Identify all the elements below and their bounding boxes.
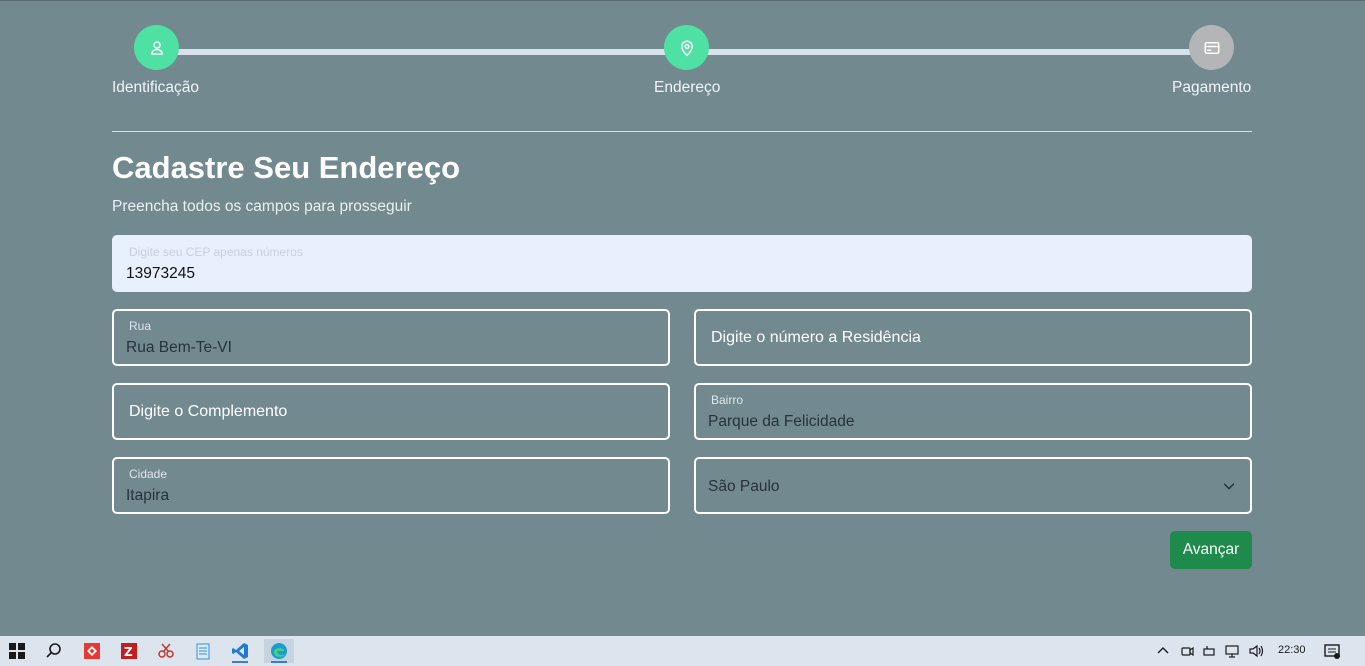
map-pin-icon <box>680 40 693 56</box>
vscode-icon[interactable] <box>228 639 252 663</box>
estado-select[interactable]: São Paulo <box>694 457 1252 514</box>
estado-selected-value: São Paulo <box>708 478 780 495</box>
cep-label: Digite seu CEP apenas números <box>129 245 303 259</box>
page-subtitle: Preencha todos os campos para prosseguir <box>112 198 412 215</box>
anydesk-icon[interactable] <box>80 639 104 663</box>
taskbar-clock[interactable]: 22:30 <box>1278 644 1306 656</box>
cidade-label: Cidade <box>129 467 168 481</box>
bairro-field[interactable]: Bairro Parque da Felicidade <box>694 383 1252 440</box>
step-label-identificacao: Identificação <box>112 79 200 96</box>
progress-stepper: Identificação Endereço Pagamento <box>112 0 1252 110</box>
chevron-down-icon <box>1223 483 1235 490</box>
rua-field[interactable]: Rua Rua Bem-Te-VI <box>112 309 670 366</box>
step-label-endereco: Endereço <box>654 79 721 96</box>
complemento-placeholder: Digite o Complemento <box>129 403 288 420</box>
search-icon[interactable] <box>42 639 66 663</box>
system-tray <box>1156 636 1264 666</box>
section-divider <box>112 131 1252 132</box>
cidade-value[interactable]: Itapira <box>126 487 169 505</box>
vscode-running-indicator <box>232 661 248 663</box>
snipping-tool-icon[interactable] <box>154 639 178 663</box>
user-icon <box>150 40 163 55</box>
notifications-icon[interactable] <box>1320 639 1344 663</box>
cep-value[interactable]: 13973245 <box>126 265 195 283</box>
windows-start-icon[interactable] <box>5 639 29 663</box>
rua-label: Rua <box>129 319 152 333</box>
avancar-button[interactable]: Avançar <box>1170 531 1252 569</box>
page-title: Cadastre Seu Endereço <box>112 150 461 185</box>
filezilla-icon[interactable]: Z <box>117 639 141 663</box>
step-endereco[interactable] <box>664 25 709 70</box>
credit-card-icon <box>1204 41 1219 54</box>
step-pagamento[interactable] <box>1189 25 1234 70</box>
rua-value[interactable]: Rua Bem-Te-VI <box>126 339 232 357</box>
windows-taskbar: Z 22:30 <box>0 636 1365 666</box>
numero-placeholder: Digite o número a Residência <box>711 329 921 346</box>
cep-field[interactable]: Digite seu CEP apenas números 13973245 <box>112 235 1252 292</box>
network-icon[interactable] <box>1224 644 1240 658</box>
usb-device-icon[interactable] <box>1202 644 1216 658</box>
numero-field[interactable]: Digite o número a Residência <box>694 309 1252 366</box>
bairro-label: Bairro <box>711 393 744 407</box>
meet-now-icon[interactable] <box>1180 644 1194 658</box>
cidade-field[interactable]: Cidade Itapira <box>112 457 670 514</box>
svg-text:Z: Z <box>124 645 133 659</box>
edge-running-indicator <box>271 661 287 663</box>
edge-icon[interactable] <box>264 639 294 663</box>
bairro-value[interactable]: Parque da Felicidade <box>708 413 855 431</box>
volume-icon[interactable] <box>1248 644 1264 658</box>
complemento-field[interactable]: Digite o Complemento <box>112 383 670 440</box>
notepad-icon[interactable] <box>191 639 215 663</box>
step-label-pagamento: Pagamento <box>1172 79 1252 96</box>
chevron-up-icon[interactable] <box>1156 644 1170 658</box>
step-identificacao[interactable] <box>134 25 179 70</box>
